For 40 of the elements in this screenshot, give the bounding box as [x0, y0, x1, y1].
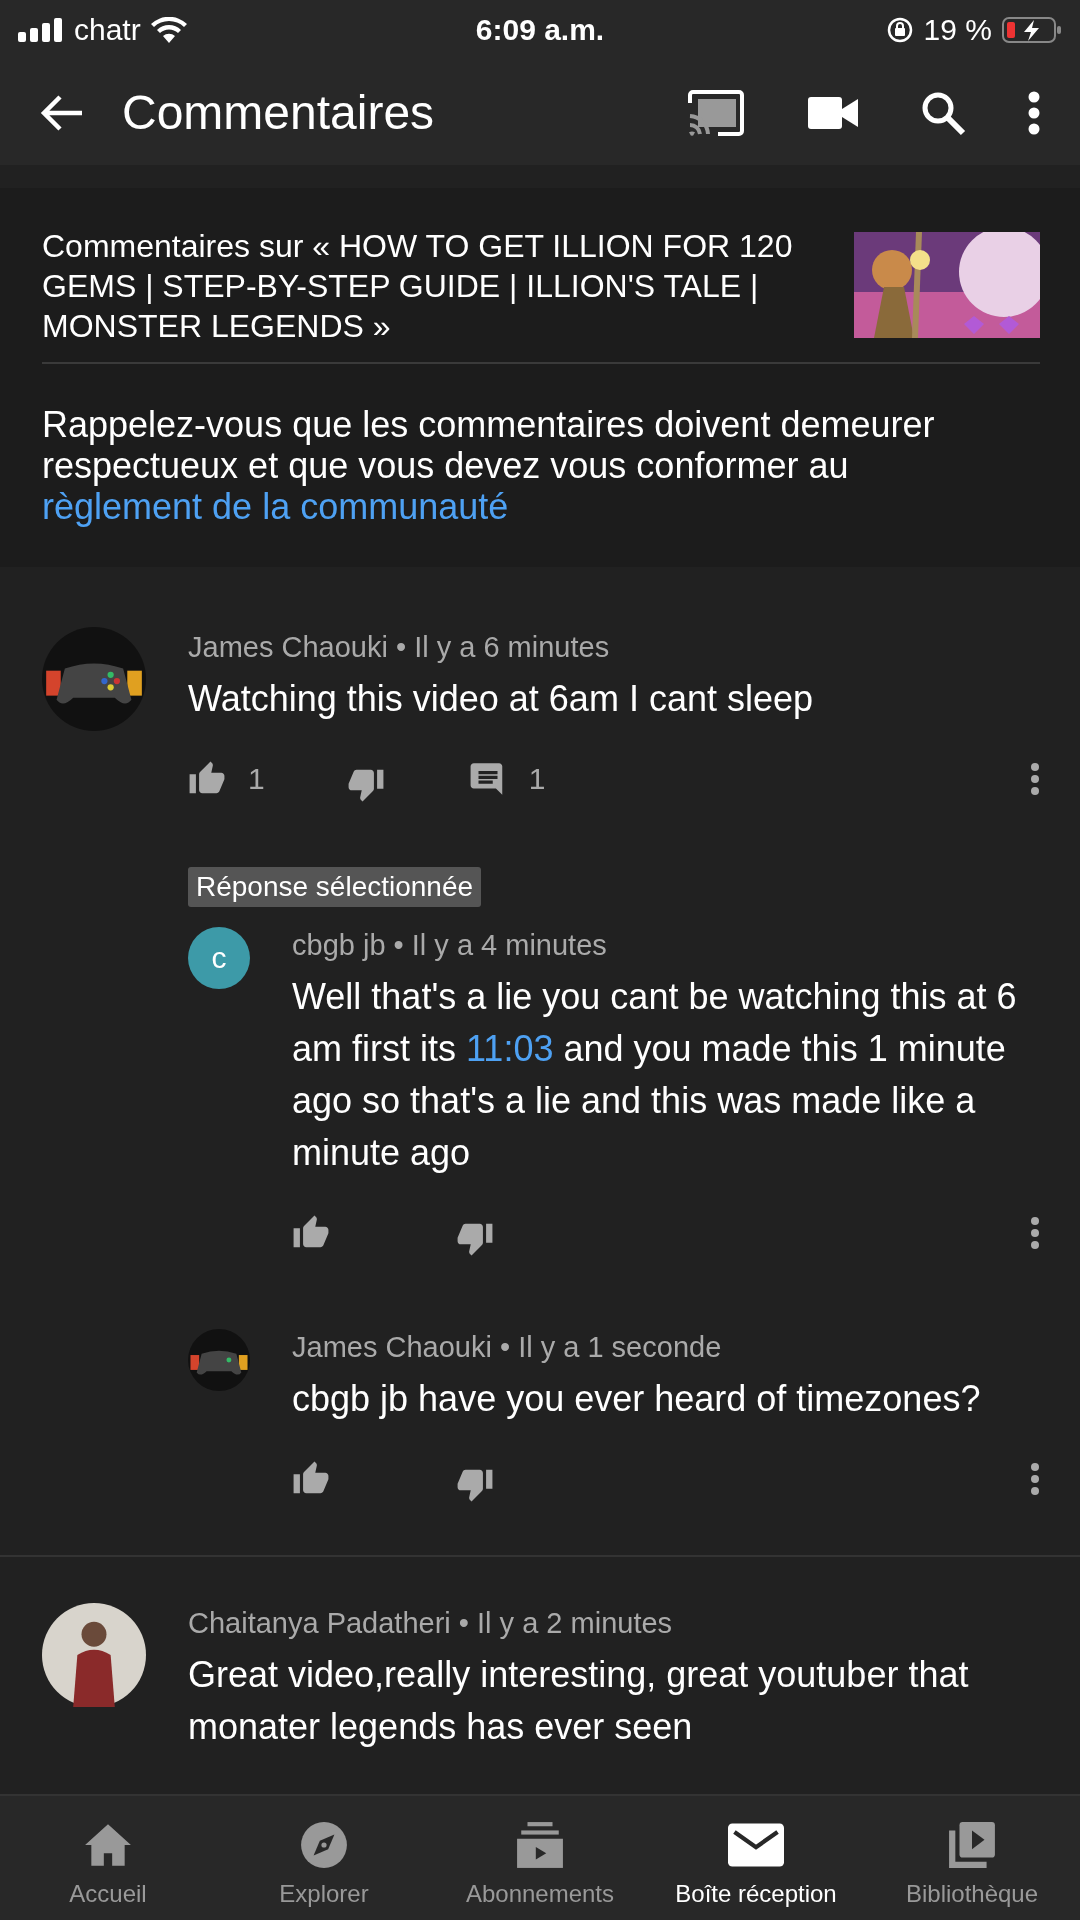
- clock-time: 6:09 a.m.: [475, 13, 605, 47]
- page-title: Commentaires: [122, 85, 436, 140]
- comment-meta: James Chaouki • Il y a 6 minutes: [188, 630, 610, 665]
- comment-meta: cbgb jb • Il y a 4 minutes: [292, 928, 607, 963]
- battery-icon: [1002, 16, 1062, 44]
- community-notice: Rappelez-vous que les commentaires doivent demeurer respectueux et que vous devez vous conformer au règlement de la communauté: [42, 404, 936, 527]
- reply-count: 1: [528, 762, 546, 796]
- avatar-icon: [42, 627, 146, 731]
- back-arrow-icon[interactable]: [40, 92, 84, 133]
- nav-tab[interactable]: Boîte réception: [648, 1796, 864, 1920]
- wifi-icon: [150, 17, 187, 43]
- comment-text: Watching this video at 6am I cant sleep: [188, 677, 813, 721]
- signal-icon: [18, 18, 64, 42]
- more-options-icon[interactable]: [1030, 762, 1040, 796]
- comment-text: cbgb jb have you ever heard of timezones?: [292, 1377, 981, 1421]
- comment-text: Great video,really interesting, great youtuber that monater legends has ever seen: [188, 1653, 970, 1749]
- like-count: 1: [248, 762, 265, 796]
- timestamp-link[interactable]: 11:03: [466, 1028, 554, 1069]
- more-options-icon[interactable]: [1028, 90, 1040, 135]
- video-title: Commentaires sur « HOW TO GET ILLION FOR 120 GEMS | STEP-BY-STEP GUIDE | ILLION'S TALE | MONSTER LEGENDS »: [42, 227, 794, 346]
- avatar-icon: c: [188, 927, 250, 989]
- more-options-icon[interactable]: [1030, 1216, 1040, 1250]
- battery-percent: 19 %: [923, 13, 992, 47]
- nav-tab[interactable]: Explorer: [216, 1796, 432, 1920]
- rotation-lock-icon: [885, 16, 914, 44]
- nav-tab[interactable]: Accueil: [0, 1796, 216, 1920]
- selected-reply-tag: Réponse sélectionnée: [188, 867, 482, 907]
- avatar-icon: [188, 1329, 250, 1391]
- video-camera-icon[interactable]: [808, 96, 858, 129]
- avatar-icon: [42, 1603, 146, 1707]
- comment-meta: James Chaouki • Il y a 1 seconde: [292, 1330, 722, 1365]
- mail-icon: [728, 1820, 784, 1870]
- nav-tab[interactable]: Abonnements: [432, 1796, 648, 1920]
- cast-icon[interactable]: [686, 88, 746, 137]
- comment-text: Well that's a lie you cant be watching this at 6 am first its 11:03 and you made this 1 minute ago so that's a lie and this was made like a minute ago: [292, 975, 1018, 1175]
- nav-tab[interactable]: Bibliothèque: [864, 1796, 1080, 1920]
- community-guidelines-link[interactable]: règlement de la communauté: [42, 486, 509, 527]
- more-options-icon[interactable]: [1030, 1462, 1040, 1496]
- comment-meta: Chaitanya Padatheri • Il y a 2 minutes: [188, 1606, 673, 1641]
- carrier-name: chatr: [74, 13, 141, 47]
